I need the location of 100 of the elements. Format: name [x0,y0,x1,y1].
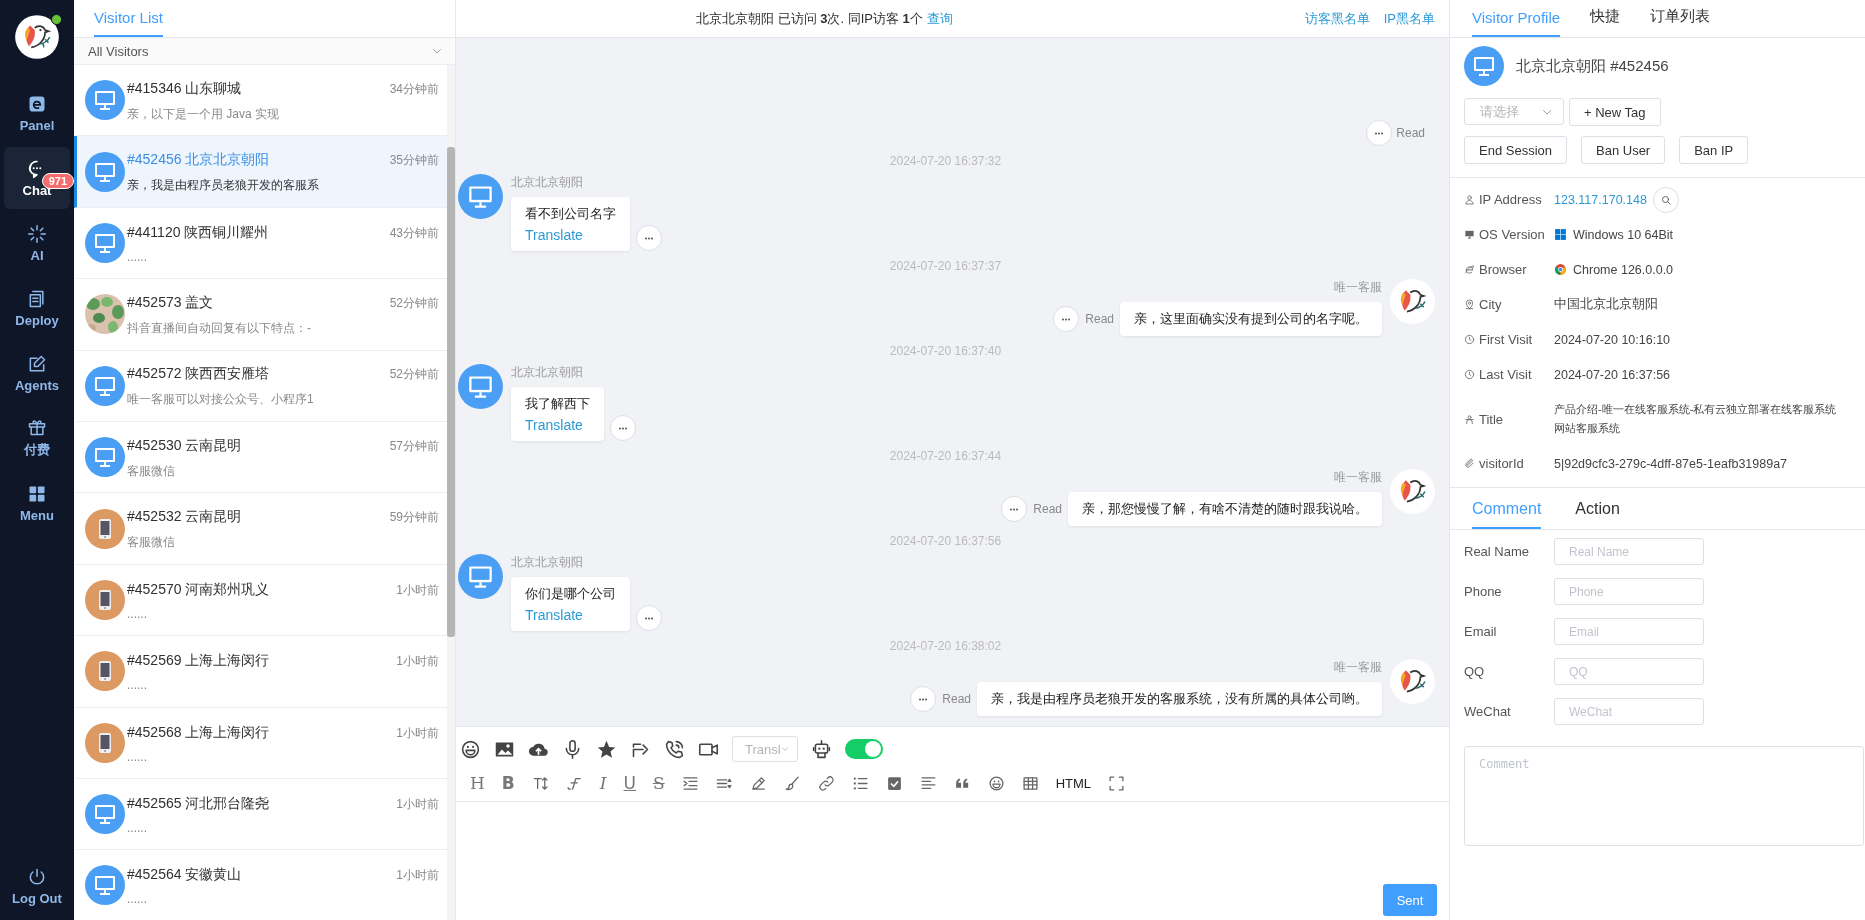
heading-button[interactable]: H [470,773,485,793]
visitor-item[interactable]: #452572 陕西西安雁塔 52分钟前 唯一客服可以对接公众号、小程序1 [74,350,447,422]
new-tag-button[interactable]: + New Tag [1569,98,1661,126]
info-value: 5|92d9cfc3-279c-4dff-87e5-1eafb31989a7 [1554,456,1788,471]
message-preview: 唯一客服可以对接公众号、小程序1 [127,391,315,409]
monitor-avatar-icon [85,222,125,263]
read-status: Read [1033,502,1062,516]
message-preview: 客服微信 [127,462,176,480]
bold-button[interactable]: B [501,773,515,793]
profile-tab[interactable]: 订单列表 [1650,7,1711,37]
tablet-avatar-icon [85,508,125,549]
power-icon [27,866,47,887]
input-field[interactable]: Real Name [1554,538,1704,565]
filter-dropdown[interactable]: All Visitors [74,38,455,65]
visit-time: 35分钟前 [389,152,439,170]
message-text: 我了解西下 [525,395,590,413]
visitor-item[interactable]: #452532 云南昆明 59分钟前 客服微信 [74,493,447,565]
logout-button[interactable]: Log Out [4,855,70,917]
message-preview: ...... [127,892,148,907]
input-field[interactable]: Phone [1554,578,1704,605]
nav-item[interactable]: Deploy [4,277,70,339]
input-field[interactable]: WeChat [1554,698,1704,725]
monitor-avatar-icon [458,364,503,409]
table-icon[interactable] [1021,774,1039,792]
action-button[interactable]: Ban IP [1679,136,1749,164]
message-preview: 抖音直播间自动回复有以下特点：- [127,319,312,337]
select-placeholder: 请选择 [1480,102,1519,121]
input-field[interactable]: QQ [1554,658,1704,685]
visitor-item[interactable]: #452564 安徽黄山 1小时前 ...... [74,850,447,920]
nav-item[interactable]: Menu [4,472,70,534]
visitor-item[interactable]: #441120 陕西铜川耀州 43分钟前 ...... [74,207,447,280]
message-preview: 亲，我是由程序员老狼开发的客服系 [127,177,320,195]
visitor-name: #452565 河北邢台隆尧 [127,795,270,814]
align-icon[interactable] [919,774,937,792]
profile-tab[interactable]: 快捷 [1590,7,1621,37]
search-icon [1659,193,1672,206]
windows-icon [1554,228,1567,241]
smiley-icon[interactable] [460,738,481,760]
message-text: 看不到公司名字 [525,205,616,223]
phone-icon[interactable] [664,738,685,760]
info-value: 产品介绍-唯一在线客服系统-私有云独立部署在线客服系统 网站客服系统 [1554,402,1837,436]
strikethrough-button[interactable]: S [652,773,665,793]
bird-logo [14,14,60,60]
action-button[interactable]: Ban User [1581,136,1666,164]
indent-icon[interactable] [681,774,699,792]
visitor-item[interactable]: #452456 北京北京朝阳 35分钟前 亲，我是由程序员老狼开发的客服系 [74,136,447,208]
visit-time: 1小时前 [396,796,439,814]
visitor-item[interactable]: #452568 上海上海闵行 1小时前 ...... [74,707,447,779]
toggle-switch[interactable] [845,739,883,759]
visitor-item[interactable]: #452530 云南昆明 57分钟前 客服微信 [74,421,447,494]
select-placeholder: Transl [745,741,781,757]
nav-item[interactable]: Agents [4,342,70,404]
monitor-avatar-icon [458,554,503,599]
nav-item[interactable]: Panel [4,82,70,144]
sender-name: 唯一客服 [1334,469,1382,486]
text-size-icon[interactable] [531,774,549,792]
action-button[interactable]: End Session [1464,136,1567,164]
star-icon[interactable] [596,738,617,760]
read-status: Read [942,692,971,706]
sparkle-icon [27,223,47,244]
brush-icon[interactable] [783,774,801,792]
search-button[interactable] [1652,186,1679,213]
tablet-avatar-icon [85,651,125,692]
filter-label: All Visitors [88,43,149,59]
visitor-item[interactable]: #452565 河北邢台隆尧 1小时前 ...... [74,778,447,851]
document-icon [27,288,47,309]
bird-avatar-icon [1390,659,1435,704]
visit-time: 43分钟前 [389,224,439,242]
scrollbar[interactable] [447,147,455,637]
monitor-avatar-icon [1464,46,1504,86]
info-label: OS Version [1479,227,1545,242]
checkbox-icon[interactable] [885,774,903,792]
link-icon[interactable] [817,774,835,792]
monitor-avatar-icon [85,437,125,478]
visitor-name: #452570 河南郑州巩义 [127,580,270,599]
visitor-item[interactable]: #452573 盖文 52分钟前 抖音直播间自动回复有以下特点：- [74,279,447,351]
read-status: Read [1085,312,1114,326]
field-label: WeChat [1464,704,1512,719]
clock-icon [1464,334,1475,345]
nav-item[interactable]: 付费 [4,407,70,469]
nav-item[interactable]: AI [4,212,70,274]
comment-tab[interactable]: Action [1575,500,1620,529]
fullscreen-icon[interactable] [1108,774,1125,792]
info-label: visitorId [1479,456,1524,471]
visitor-name: #452569 上海上海闵行 [127,652,270,671]
robot-icon[interactable] [811,738,832,760]
italic-button[interactable]: I [599,773,607,793]
input-field[interactable]: Email [1554,618,1704,645]
info-label: City [1479,297,1502,312]
edit-icon [27,353,47,374]
visitor-item[interactable]: #452570 河南郑州巩义 1小时前 ...... [74,564,447,637]
visitor-name: 北京北京朝阳 #452456 [1516,56,1669,76]
visit-time: 1小时前 [396,581,439,599]
nav-label: Log Out [12,890,62,906]
comment-field[interactable]: Comment [1464,746,1864,846]
html-button[interactable]: HTML [1055,775,1091,791]
smiley-icon[interactable] [987,774,1005,792]
visitor-item[interactable]: #452569 上海上海闵行 1小时前 ...... [74,636,447,708]
pen-icon[interactable] [749,774,767,792]
underline-button[interactable]: U [623,773,636,793]
